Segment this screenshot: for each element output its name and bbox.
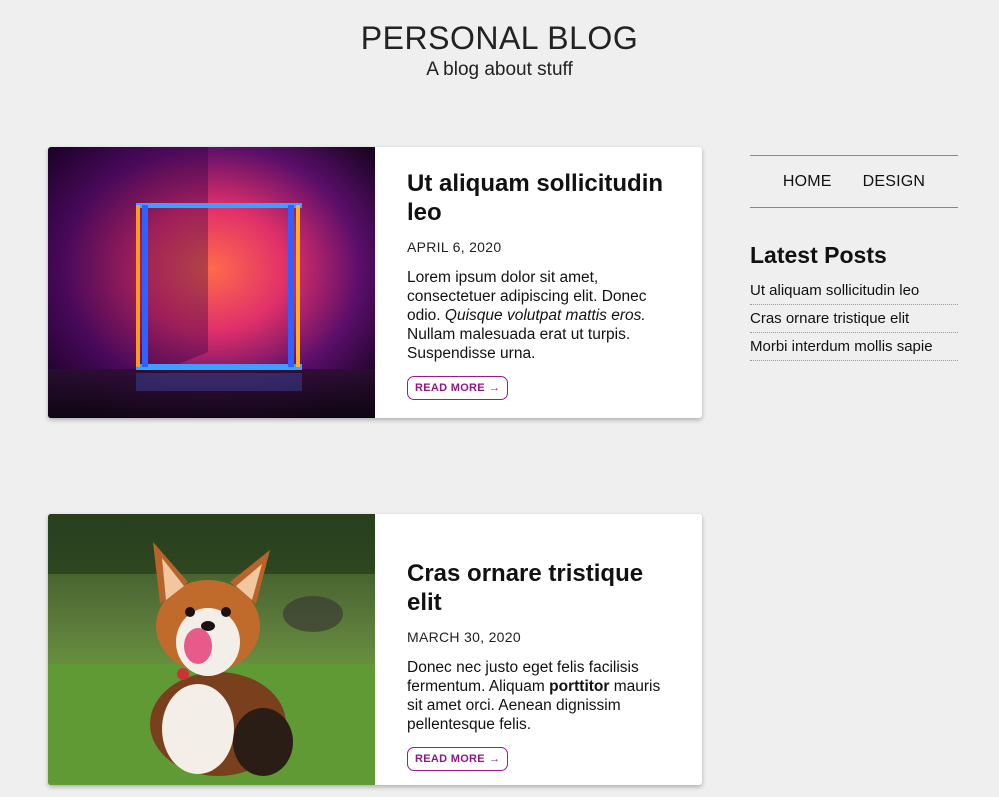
post-image-corgi[interactable] [48, 514, 375, 785]
main-nav: HOME DESIGN [750, 155, 958, 208]
latest-post-link[interactable]: Cras ornare tristique elit [750, 305, 958, 333]
read-more-button[interactable]: READ MORE → [407, 376, 509, 400]
read-more-label: READ MORE [415, 382, 485, 394]
sidebar: HOME DESIGN Latest Posts Ut aliquam soll… [750, 155, 958, 361]
post-card: Cras ornare tristique elit MARCH 30, 202… [48, 514, 702, 785]
post-body: Ut aliquam sollicitudin leo APRIL 6, 202… [375, 147, 702, 418]
post-image-neon-room[interactable] [48, 147, 375, 418]
excerpt-italic: Quisque volutpat mattis eros. [444, 307, 646, 324]
post-title[interactable]: Ut aliquam sollicitudin leo [407, 169, 666, 227]
arrow-right-icon: → [488, 382, 501, 394]
excerpt-text: Nullam malesuada erat ut turpis. Suspend… [407, 326, 631, 362]
arrow-right-icon: → [488, 753, 501, 765]
post-date: APRIL 6, 2020 [407, 239, 502, 255]
latest-posts-heading: Latest Posts [750, 242, 887, 268]
post-card: Ut aliquam sollicitudin leo APRIL 6, 202… [48, 147, 702, 418]
site-header: PERSONAL BLOG A blog about stuff [0, 18, 999, 82]
post-title[interactable]: Cras ornare tristique elit [407, 559, 666, 617]
post-date: MARCH 30, 2020 [407, 629, 521, 645]
excerpt-bold: porttitor [549, 678, 610, 695]
post-body: Cras ornare tristique elit MARCH 30, 202… [375, 514, 702, 785]
latest-post-link[interactable]: Morbi interdum mollis sapie [750, 333, 958, 361]
latest-post-link[interactable]: Ut aliquam sollicitudin leo [750, 277, 958, 305]
nav-link-design[interactable]: DESIGN [863, 173, 926, 191]
site-tagline: A blog about stuff [426, 59, 573, 80]
nav-link-home[interactable]: HOME [783, 173, 832, 191]
post-excerpt: Lorem ipsum dolor sit amet, consectetuer… [407, 268, 666, 363]
post-excerpt: Donec nec justo eget felis facilisis fer… [407, 658, 666, 734]
read-more-label: READ MORE [415, 753, 485, 765]
read-more-button[interactable]: READ MORE → [407, 747, 509, 771]
site-title: PERSONAL BLOG [360, 20, 639, 56]
